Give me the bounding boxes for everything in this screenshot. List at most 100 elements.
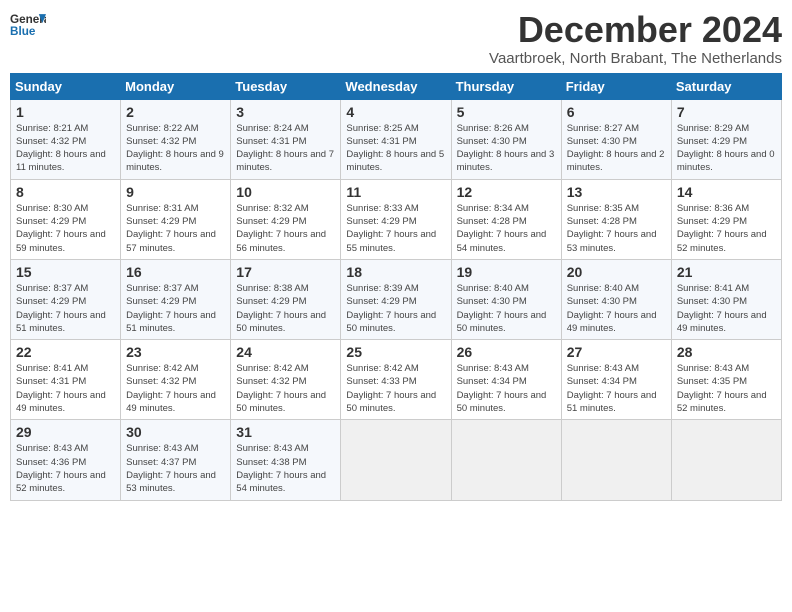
calendar-cell — [561, 420, 671, 500]
day-number: 12 — [457, 184, 556, 200]
day-detail: Sunrise: 8:30 AMSunset: 4:29 PMDaylight:… — [16, 203, 106, 254]
day-number: 4 — [346, 104, 445, 120]
weekday-header-tuesday: Tuesday — [231, 73, 341, 99]
day-detail: Sunrise: 8:39 AMSunset: 4:29 PMDaylight:… — [346, 283, 436, 334]
day-number: 1 — [16, 104, 115, 120]
day-detail: Sunrise: 8:29 AMSunset: 4:29 PMDaylight:… — [677, 123, 775, 174]
day-detail: Sunrise: 8:34 AMSunset: 4:28 PMDaylight:… — [457, 203, 547, 254]
day-detail: Sunrise: 8:33 AMSunset: 4:29 PMDaylight:… — [346, 203, 436, 254]
weekday-header-thursday: Thursday — [451, 73, 561, 99]
day-number: 22 — [16, 344, 115, 360]
week-row-4: 22 Sunrise: 8:41 AMSunset: 4:31 PMDaylig… — [11, 340, 782, 420]
day-number: 15 — [16, 264, 115, 280]
day-detail: Sunrise: 8:37 AMSunset: 4:29 PMDaylight:… — [16, 283, 106, 334]
day-detail: Sunrise: 8:40 AMSunset: 4:30 PMDaylight:… — [457, 283, 547, 334]
day-detail: Sunrise: 8:22 AMSunset: 4:32 PMDaylight:… — [126, 123, 224, 174]
title-block: December 2024 Vaartbroek, North Brabant,… — [489, 10, 782, 67]
week-row-2: 8 Sunrise: 8:30 AMSunset: 4:29 PMDayligh… — [11, 179, 782, 259]
day-detail: Sunrise: 8:26 AMSunset: 4:30 PMDaylight:… — [457, 123, 555, 174]
day-detail: Sunrise: 8:37 AMSunset: 4:29 PMDaylight:… — [126, 283, 216, 334]
weekday-header-row: SundayMondayTuesdayWednesdayThursdayFrid… — [11, 73, 782, 99]
calendar-cell: 23 Sunrise: 8:42 AMSunset: 4:32 PMDaylig… — [121, 340, 231, 420]
day-detail: Sunrise: 8:35 AMSunset: 4:28 PMDaylight:… — [567, 203, 657, 254]
calendar-cell: 20 Sunrise: 8:40 AMSunset: 4:30 PMDaylig… — [561, 259, 671, 339]
day-detail: Sunrise: 8:41 AMSunset: 4:30 PMDaylight:… — [677, 283, 767, 334]
day-detail: Sunrise: 8:42 AMSunset: 4:32 PMDaylight:… — [126, 363, 216, 414]
calendar-cell: 5 Sunrise: 8:26 AMSunset: 4:30 PMDayligh… — [451, 99, 561, 179]
calendar-title: December 2024 — [489, 10, 782, 50]
day-number: 8 — [16, 184, 115, 200]
calendar-cell: 12 Sunrise: 8:34 AMSunset: 4:28 PMDaylig… — [451, 179, 561, 259]
calendar-subtitle: Vaartbroek, North Brabant, The Netherlan… — [489, 50, 782, 67]
calendar-cell: 18 Sunrise: 8:39 AMSunset: 4:29 PMDaylig… — [341, 259, 451, 339]
day-number: 5 — [457, 104, 556, 120]
day-number: 10 — [236, 184, 335, 200]
day-detail: Sunrise: 8:24 AMSunset: 4:31 PMDaylight:… — [236, 123, 334, 174]
day-number: 31 — [236, 424, 335, 440]
calendar-cell: 14 Sunrise: 8:36 AMSunset: 4:29 PMDaylig… — [671, 179, 781, 259]
day-detail: Sunrise: 8:43 AMSunset: 4:38 PMDaylight:… — [236, 443, 326, 494]
calendar-table: SundayMondayTuesdayWednesdayThursdayFrid… — [10, 73, 782, 501]
calendar-cell: 29 Sunrise: 8:43 AMSunset: 4:36 PMDaylig… — [11, 420, 121, 500]
calendar-cell: 21 Sunrise: 8:41 AMSunset: 4:30 PMDaylig… — [671, 259, 781, 339]
calendar-cell: 10 Sunrise: 8:32 AMSunset: 4:29 PMDaylig… — [231, 179, 341, 259]
day-number: 6 — [567, 104, 666, 120]
weekday-header-wednesday: Wednesday — [341, 73, 451, 99]
calendar-cell — [341, 420, 451, 500]
day-number: 11 — [346, 184, 445, 200]
weekday-header-sunday: Sunday — [11, 73, 121, 99]
day-number: 18 — [346, 264, 445, 280]
calendar-cell: 2 Sunrise: 8:22 AMSunset: 4:32 PMDayligh… — [121, 99, 231, 179]
day-number: 30 — [126, 424, 225, 440]
day-number: 21 — [677, 264, 776, 280]
day-detail: Sunrise: 8:25 AMSunset: 4:31 PMDaylight:… — [346, 123, 444, 174]
day-detail: Sunrise: 8:27 AMSunset: 4:30 PMDaylight:… — [567, 123, 665, 174]
calendar-cell: 8 Sunrise: 8:30 AMSunset: 4:29 PMDayligh… — [11, 179, 121, 259]
calendar-cell: 16 Sunrise: 8:37 AMSunset: 4:29 PMDaylig… — [121, 259, 231, 339]
day-detail: Sunrise: 8:42 AMSunset: 4:33 PMDaylight:… — [346, 363, 436, 414]
day-number: 7 — [677, 104, 776, 120]
day-detail: Sunrise: 8:36 AMSunset: 4:29 PMDaylight:… — [677, 203, 767, 254]
day-number: 16 — [126, 264, 225, 280]
day-number: 17 — [236, 264, 335, 280]
calendar-body: 1 Sunrise: 8:21 AMSunset: 4:32 PMDayligh… — [11, 99, 782, 500]
day-number: 9 — [126, 184, 225, 200]
day-detail: Sunrise: 8:43 AMSunset: 4:34 PMDaylight:… — [567, 363, 657, 414]
day-number: 3 — [236, 104, 335, 120]
logo-icon: General Blue — [10, 10, 46, 38]
day-number: 19 — [457, 264, 556, 280]
day-number: 27 — [567, 344, 666, 360]
calendar-cell: 28 Sunrise: 8:43 AMSunset: 4:35 PMDaylig… — [671, 340, 781, 420]
calendar-cell: 19 Sunrise: 8:40 AMSunset: 4:30 PMDaylig… — [451, 259, 561, 339]
calendar-cell: 17 Sunrise: 8:38 AMSunset: 4:29 PMDaylig… — [231, 259, 341, 339]
day-number: 24 — [236, 344, 335, 360]
day-detail: Sunrise: 8:43 AMSunset: 4:36 PMDaylight:… — [16, 443, 106, 494]
calendar-cell: 11 Sunrise: 8:33 AMSunset: 4:29 PMDaylig… — [341, 179, 451, 259]
day-number: 25 — [346, 344, 445, 360]
calendar-cell: 24 Sunrise: 8:42 AMSunset: 4:32 PMDaylig… — [231, 340, 341, 420]
day-detail: Sunrise: 8:21 AMSunset: 4:32 PMDaylight:… — [16, 123, 106, 174]
page-header: General Blue December 2024 Vaartbroek, N… — [10, 10, 782, 67]
calendar-cell: 6 Sunrise: 8:27 AMSunset: 4:30 PMDayligh… — [561, 99, 671, 179]
calendar-cell: 30 Sunrise: 8:43 AMSunset: 4:37 PMDaylig… — [121, 420, 231, 500]
calendar-cell: 1 Sunrise: 8:21 AMSunset: 4:32 PMDayligh… — [11, 99, 121, 179]
week-row-1: 1 Sunrise: 8:21 AMSunset: 4:32 PMDayligh… — [11, 99, 782, 179]
day-number: 29 — [16, 424, 115, 440]
day-number: 23 — [126, 344, 225, 360]
day-number: 28 — [677, 344, 776, 360]
calendar-cell: 22 Sunrise: 8:41 AMSunset: 4:31 PMDaylig… — [11, 340, 121, 420]
calendar-cell: 27 Sunrise: 8:43 AMSunset: 4:34 PMDaylig… — [561, 340, 671, 420]
week-row-5: 29 Sunrise: 8:43 AMSunset: 4:36 PMDaylig… — [11, 420, 782, 500]
calendar-cell: 13 Sunrise: 8:35 AMSunset: 4:28 PMDaylig… — [561, 179, 671, 259]
weekday-header-friday: Friday — [561, 73, 671, 99]
calendar-cell: 26 Sunrise: 8:43 AMSunset: 4:34 PMDaylig… — [451, 340, 561, 420]
calendar-cell: 31 Sunrise: 8:43 AMSunset: 4:38 PMDaylig… — [231, 420, 341, 500]
day-detail: Sunrise: 8:43 AMSunset: 4:34 PMDaylight:… — [457, 363, 547, 414]
weekday-header-saturday: Saturday — [671, 73, 781, 99]
day-detail: Sunrise: 8:43 AMSunset: 4:37 PMDaylight:… — [126, 443, 216, 494]
day-number: 26 — [457, 344, 556, 360]
day-detail: Sunrise: 8:38 AMSunset: 4:29 PMDaylight:… — [236, 283, 326, 334]
day-detail: Sunrise: 8:42 AMSunset: 4:32 PMDaylight:… — [236, 363, 326, 414]
day-detail: Sunrise: 8:40 AMSunset: 4:30 PMDaylight:… — [567, 283, 657, 334]
calendar-cell — [671, 420, 781, 500]
